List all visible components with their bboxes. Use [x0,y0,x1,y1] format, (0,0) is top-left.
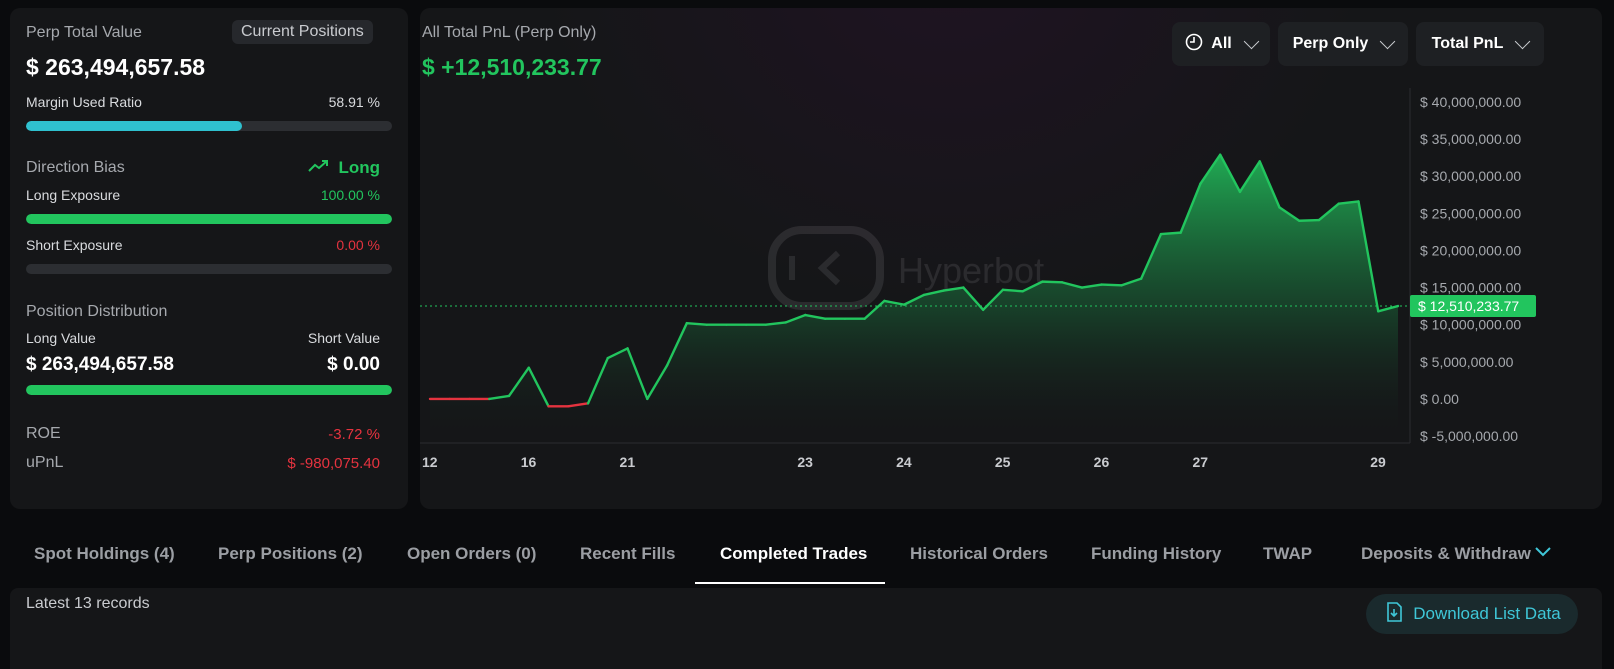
records-count: Latest 13 records [26,595,150,612]
y-tick-label: $ 5,000,000.00 [1420,354,1514,370]
upnl-label: uPnL [26,454,64,471]
y-tick-label: $ 40,000,000.00 [1420,94,1521,110]
long-exposure-value: 100.00 % [320,187,380,203]
direction-bias-label: Direction Bias [26,159,125,176]
pnl-line-segment [1298,218,1321,222]
upnl-value: $ -980,075.40 [287,455,380,472]
tab-twap[interactable]: TWAP [1263,527,1312,585]
margin-used-ratio-bar [26,121,392,131]
direction-bias-indicator: Long [308,158,380,178]
current-value-badge-text: $ 12,510,233.77 [1418,298,1519,314]
margin-used-ratio-label: Margin Used Ratio [26,94,142,110]
x-tick-label: 21 [620,454,636,470]
y-tick-label: $ 25,000,000.00 [1420,205,1521,221]
short-exposure-bar [26,264,392,274]
hyperbot-watermark-logo [768,226,884,310]
long-exposure-bar [26,214,392,224]
tab-perp-positions-2[interactable]: Perp Positions (2) [218,527,363,585]
x-tick-label: 12 [422,454,438,470]
pnl-area-fill [430,154,1398,436]
active-tab-underline [695,582,885,584]
tab-open-orders-0[interactable]: Open Orders (0) [407,527,536,585]
tab-spot-holdings-4[interactable]: Spot Holdings (4) [34,527,175,585]
x-tick-label: 26 [1094,454,1110,470]
short-value: $ 0.00 [327,354,380,375]
x-tick-label: 23 [797,454,813,470]
x-tick-label: 29 [1370,454,1386,470]
long-value: $ 263,494,657.58 [26,354,174,375]
download-file-icon [1383,601,1405,628]
pnl-line-segment [1159,231,1182,236]
perp-total-value-label: Perp Total Value [26,24,142,41]
long-value-label: Long Value [26,330,96,346]
tab-completed-trades[interactable]: Completed Trades [720,527,867,585]
margin-used-ratio-value: 58.91 % [328,94,380,110]
short-exposure-value: 0.00 % [336,237,380,253]
hyperbot-watermark-text: Hyperbot [898,250,1044,291]
pnl-line-segment [1001,288,1024,293]
pnl-area-chart: Hyperbot $ 40,000,000.00 $ 35,000,000.00 $… [420,88,1536,470]
y-tick-label: $ 10,000,000.00 [1420,317,1521,333]
position-distribution-label: Position Distribution [26,303,168,320]
long-exposure-fill [26,214,392,224]
y-tick-label: $ 20,000,000.00 [1420,242,1521,258]
chevron-down-icon[interactable] [1534,545,1552,564]
y-tick-label: $ 0.00 [1420,391,1459,407]
tab-recent-fills[interactable]: Recent Fills [580,527,675,585]
pnl-chart-card: All Total PnL (Perp Only) $ +12,510,233.… [420,8,1602,509]
pnl-line-segment [1041,280,1064,284]
y-tick-label: $ 30,000,000.00 [1420,168,1521,184]
roe-value: -3.72 % [328,426,380,443]
roe-label: ROE [26,425,61,442]
long-share-fill [26,385,392,395]
x-tick-label: 24 [896,454,912,470]
download-list-button[interactable]: Download List Data [1366,594,1578,634]
position-distribution-bar [26,385,392,395]
trending-up-icon [308,159,330,178]
short-exposure-label: Short Exposure [26,237,123,253]
y-tick-label: $ 35,000,000.00 [1420,131,1521,147]
long-exposure-label: Long Exposure [26,187,121,203]
download-list-label: Download List Data [1413,604,1561,623]
records-panel: Latest 13 records Download List Data [10,588,1602,669]
y-tick-label: $ -5,000,000.00 [1420,428,1518,444]
margin-used-ratio-fill [26,121,242,131]
tab-funding-history[interactable]: Funding History [1091,527,1221,585]
x-tick-label: 16 [521,454,537,470]
perp-total-value: $ 263,494,657.58 [26,54,206,80]
x-tick-label: 27 [1192,454,1208,470]
y-tick-label: $ 15,000,000.00 [1420,280,1521,296]
account-summary-card: Perp Total Value Current Positions $ 263… [10,8,408,509]
tab-historical-orders[interactable]: Historical Orders [910,527,1048,585]
pnl-line-segment [685,321,708,326]
direction-bias-value: Long [338,158,380,177]
tab-bar: Spot Holdings (4) Perp Positions (2) Open … [0,527,1614,585]
short-value-label: Short Value [307,330,380,346]
current-positions-button[interactable]: Current Positions [232,20,373,44]
tab-deposits-withdraw[interactable]: Deposits & Withdraw [1361,527,1531,585]
x-tick-label: 25 [995,454,1011,470]
pnl-line-segment [1100,283,1123,287]
